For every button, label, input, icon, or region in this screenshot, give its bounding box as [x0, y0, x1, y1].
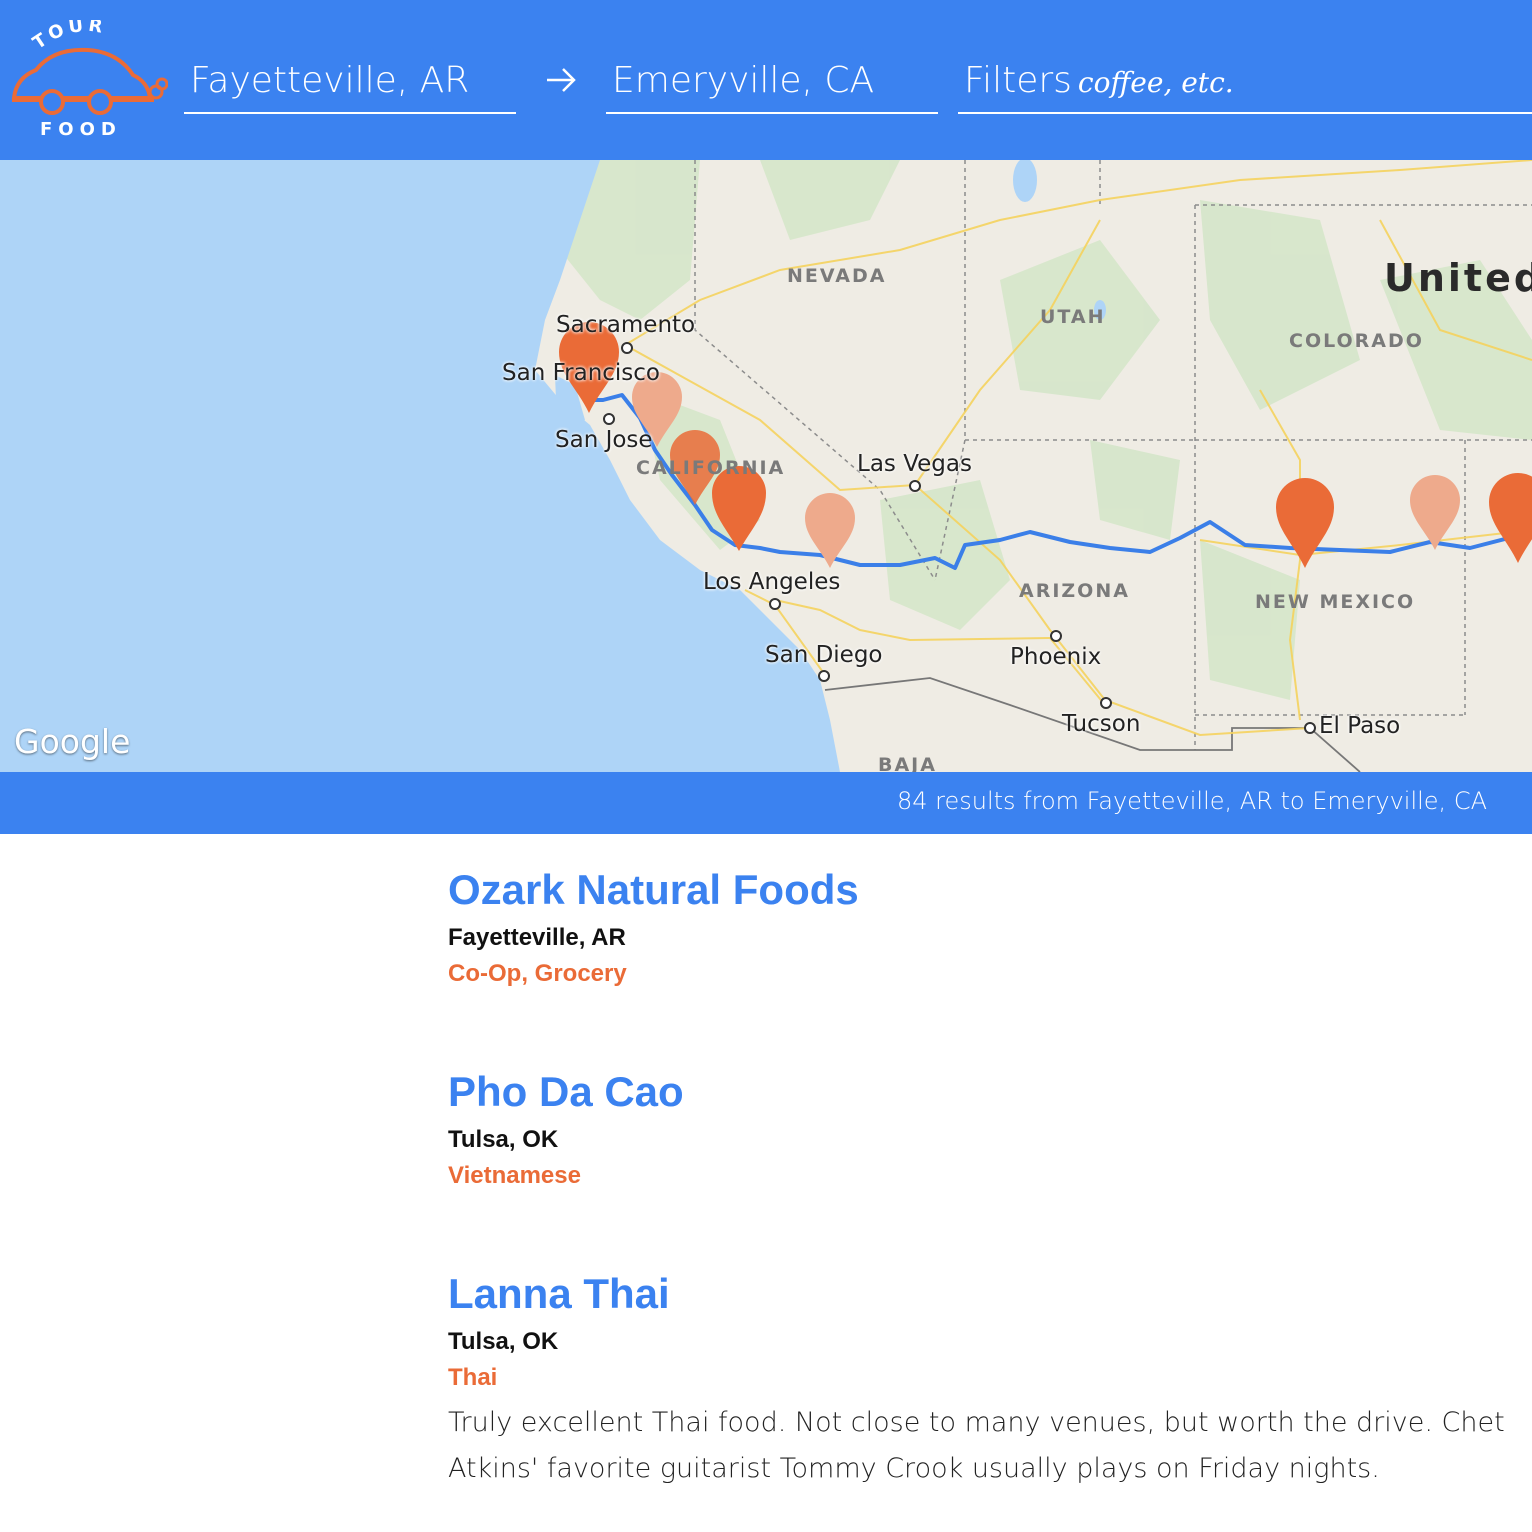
listing-item[interactable]: Lanna Thai Tulsa, OK Thai Truly excellen… [448, 1268, 1532, 1492]
svg-text:TOUR: TOUR [29, 20, 108, 54]
origin-input[interactable]: Fayetteville, AR [184, 56, 516, 114]
listing-tags: Co-Op, Grocery [448, 960, 627, 987]
destination-input-value: Emeryville, CA [612, 60, 875, 101]
filters-input[interactable]: Filters coffee, etc. [958, 56, 1532, 114]
listing-item[interactable]: Ozark Natural Foods Fayetteville, AR Co-… [448, 864, 1532, 992]
listing-tags: Vietnamese [448, 1162, 581, 1189]
listing-name[interactable]: Lanna Thai [448, 1268, 1532, 1320]
arrow-right-icon [547, 68, 576, 92]
state-label-baja: BAJA [878, 754, 937, 772]
app-header: TOUR FOOD Fayetteville, AR Emeryville, C… [0, 0, 1532, 160]
state-label-nevada: NEVADA [787, 265, 887, 287]
listing-city: Tulsa, OK [448, 1126, 559, 1153]
city-label-tucson: Tucson [1062, 711, 1141, 737]
results-summary: 84 results from Fayetteville, AR to Emer… [896, 787, 1487, 815]
state-label-utah: UTAH [1040, 306, 1106, 328]
state-label-california: CALIFORNIA [636, 457, 786, 479]
route-map[interactable]: NEVADA UTAH COLORADO CALIFORNIA ARIZONA … [0, 160, 1532, 772]
filters-placeholder: coffee, etc. [1077, 66, 1234, 99]
origin-input-value: Fayetteville, AR [190, 60, 470, 101]
results-bar: 84 results from Fayetteville, AR to Emer… [0, 772, 1532, 834]
city-label-el-paso: El Paso [1319, 713, 1401, 739]
listing-city: Tulsa, OK [448, 1328, 559, 1355]
logo-text-bottom: FOOD [40, 119, 122, 140]
country-label: United [1384, 256, 1532, 300]
state-label-arizona: ARIZONA [1019, 580, 1130, 602]
listing-description: Truly excellent Thai food. Not close to … [448, 1407, 1505, 1484]
city-label-los-angeles: Los Angeles [703, 569, 841, 595]
listing-tags: Thai [448, 1364, 498, 1391]
city-label-las-vegas: Las Vegas [857, 451, 972, 477]
city-label-san-diego: San Diego [765, 642, 883, 668]
google-logo[interactable]: Google [14, 722, 130, 761]
results-list: Ozark Natural Foods Fayetteville, AR Co-… [448, 864, 1532, 1532]
destination-input[interactable]: Emeryville, CA [606, 56, 938, 114]
city-label-sacramento: Sacramento [556, 312, 696, 338]
state-label-new-mexico: NEW MEXICO [1255, 591, 1416, 613]
city-label-san-francisco: San Francisco [502, 360, 661, 386]
listing-name[interactable]: Pho Da Cao [448, 1066, 1532, 1118]
listing-city: Fayetteville, AR [448, 924, 626, 951]
listing-name[interactable]: Ozark Natural Foods [448, 864, 1532, 916]
tour-food-logo[interactable]: TOUR FOOD [8, 20, 168, 145]
state-label-colorado: COLORADO [1289, 330, 1424, 352]
city-label-phoenix: Phoenix [1010, 644, 1102, 670]
logo-text-top: TOUR [29, 20, 104, 54]
listing-item[interactable]: Pho Da Cao Tulsa, OK Vietnamese [448, 1066, 1532, 1194]
city-label-san-jose: San Jose [555, 427, 653, 453]
filters-label: Filters [964, 60, 1072, 101]
